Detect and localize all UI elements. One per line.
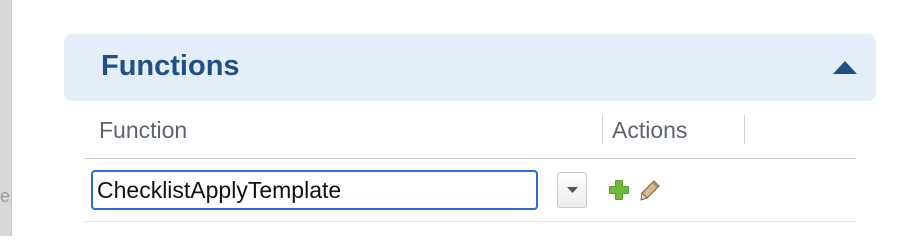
edit-button[interactable] (639, 179, 661, 201)
column-header-actions: Actions (612, 117, 688, 143)
column-header-function: Function (99, 117, 188, 143)
function-combobox[interactable] (91, 170, 597, 210)
add-button[interactable] (608, 179, 630, 201)
collapse-panel-button[interactable] (832, 60, 858, 76)
chevron-down-icon (567, 187, 578, 193)
table-header-row: Function Actions (84, 105, 856, 159)
column-divider[interactable] (602, 115, 603, 144)
function-input[interactable] (91, 170, 538, 210)
function-dropdown-button[interactable] (557, 172, 587, 208)
functions-panel-header[interactable]: Functions (64, 34, 876, 101)
left-edge-text: e (0, 186, 11, 206)
add-icon (609, 180, 629, 200)
column-divider[interactable] (744, 115, 745, 144)
edit-pencil-icon (640, 180, 660, 201)
caret-up-icon (833, 61, 857, 74)
left-window-edge: e (0, 0, 12, 236)
panel-title: Functions (101, 50, 240, 82)
table-row (84, 159, 856, 222)
